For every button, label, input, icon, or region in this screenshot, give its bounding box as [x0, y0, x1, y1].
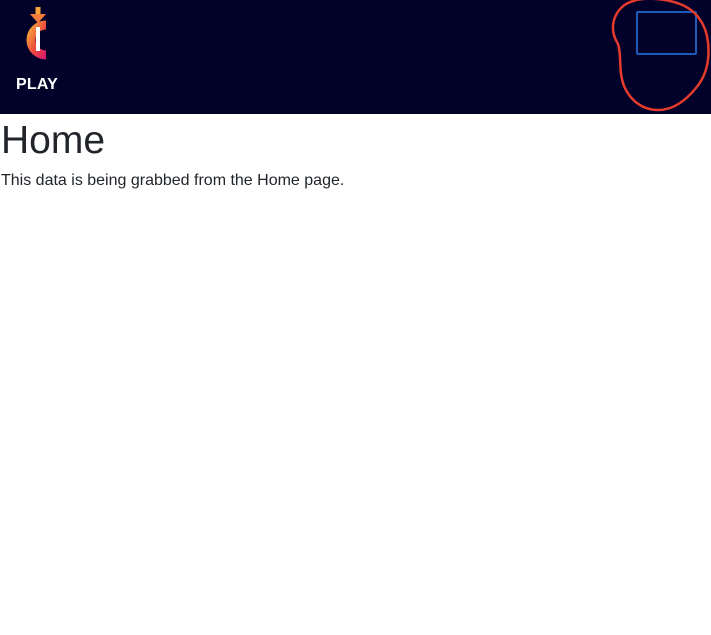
brand-c-logo-icon — [26, 7, 47, 60]
brand-logo-link[interactable] — [12, 5, 58, 61]
nav-link-play[interactable]: PLAY — [16, 76, 58, 94]
navbar-toggler-button[interactable] — [636, 11, 697, 55]
page-title: Home — [1, 119, 106, 162]
main-content: Home This data is being grabbed from the… — [0, 114, 711, 190]
page-description: This data is being grabbed from the Home… — [1, 171, 345, 189]
top-navbar: PLAY — [0, 0, 711, 114]
